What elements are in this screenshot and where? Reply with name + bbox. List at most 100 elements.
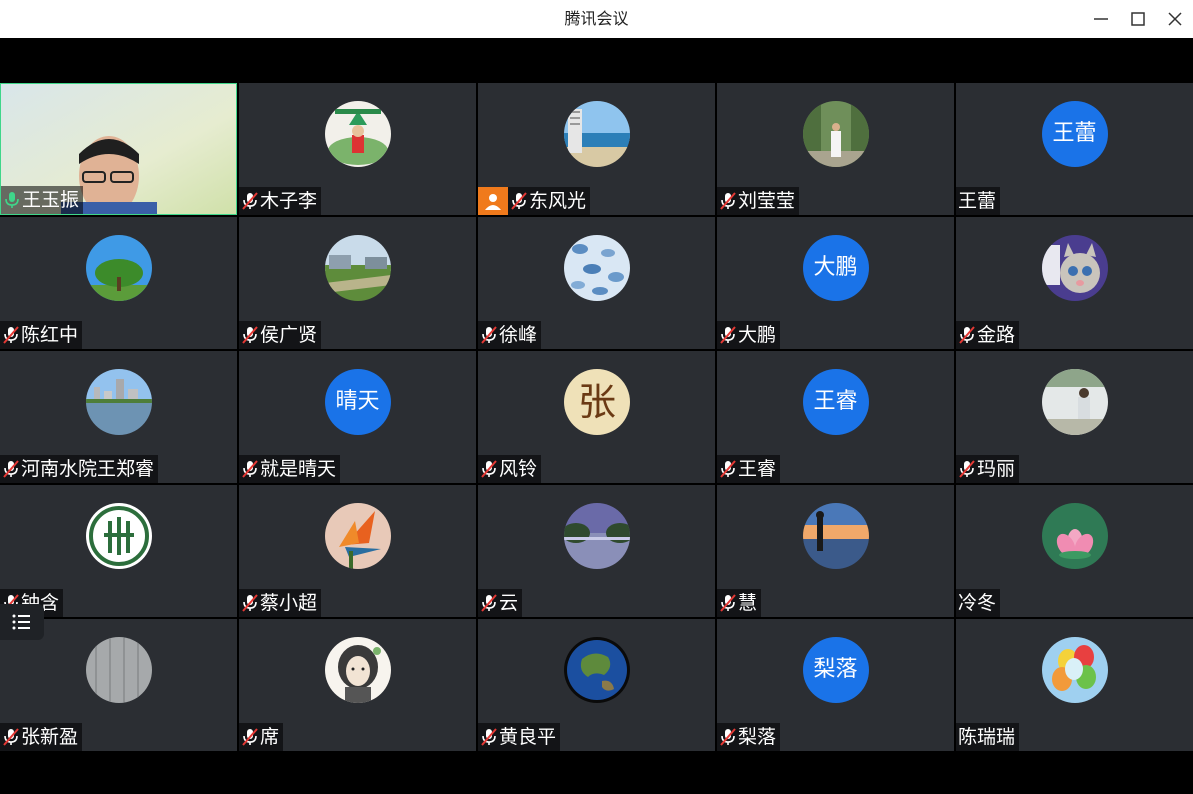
participant-name: 慧 <box>738 592 758 614</box>
participant-name: 陈瑞瑞 <box>958 726 1016 748</box>
avatar <box>324 503 391 569</box>
participant-tile[interactable]: 张风铃 <box>478 351 715 483</box>
mic-muted-icon <box>720 594 736 612</box>
participant-tile[interactable]: 陈瑞瑞 <box>956 619 1193 751</box>
participant-tile[interactable]: 席 <box>239 619 476 751</box>
name-label: 王蕾 <box>956 187 1001 215</box>
mic-muted-icon <box>959 460 975 478</box>
mic-muted-icon <box>481 728 497 746</box>
name-label: 陈瑞瑞 <box>956 723 1020 751</box>
name-label: 侯广贤 <box>239 321 322 349</box>
mic-muted-icon <box>242 594 258 612</box>
participant-tile[interactable]: 慧 <box>717 485 954 617</box>
name-label: 刘莹莹 <box>717 187 800 215</box>
participant-name: 大鹏 <box>738 324 777 346</box>
minimize-button[interactable] <box>1091 9 1111 29</box>
participant-name: 东风光 <box>529 190 587 212</box>
participant-name: 席 <box>260 726 280 748</box>
avatar <box>85 503 152 569</box>
participant-tile[interactable]: 东风光 <box>478 83 715 215</box>
name-label: 徐峰 <box>478 321 542 349</box>
participant-name: 陈红中 <box>21 324 79 346</box>
participant-tile[interactable]: 徐峰 <box>478 217 715 349</box>
svg-text:张: 张 <box>577 380 615 424</box>
top-toolbar-area <box>0 38 1193 83</box>
participant-tile[interactable]: 冷冬 <box>956 485 1193 617</box>
avatar <box>324 101 391 167</box>
name-label: 王玉振 <box>1 186 84 214</box>
participant-name: 王玉振 <box>22 189 80 211</box>
avatar <box>1041 637 1108 703</box>
name-label: 玛丽 <box>956 455 1020 483</box>
participant-tile[interactable]: 陈红中 <box>0 217 237 349</box>
avatar <box>1041 235 1108 301</box>
participant-name: 刘莹莹 <box>738 190 796 212</box>
participant-name: 王睿 <box>738 458 777 480</box>
participant-tile[interactable]: 金路 <box>956 217 1193 349</box>
participant-tile[interactable]: 木子李 <box>239 83 476 215</box>
mic-muted-icon <box>720 326 736 344</box>
mic-muted-icon <box>481 460 497 478</box>
participant-name: 就是晴天 <box>260 458 337 480</box>
maximize-icon <box>1131 12 1145 26</box>
avatar <box>802 101 869 167</box>
window-title: 腾讯会议 <box>564 9 629 28</box>
name-label: 张新盈 <box>0 723 83 751</box>
participant-tile[interactable]: 梨落 梨落 <box>717 619 954 751</box>
participant-tile[interactable]: 王玉振 <box>0 83 237 215</box>
avatar <box>1041 503 1108 569</box>
participant-tile[interactable]: 河南水院王郑睿 <box>0 351 237 483</box>
name-label: 河南水院王郑睿 <box>0 455 159 483</box>
participant-list-button[interactable] <box>0 604 44 640</box>
name-label: 就是晴天 <box>239 455 341 483</box>
avatar <box>85 235 152 301</box>
participant-tile[interactable]: 侯广贤 <box>239 217 476 349</box>
participant-name: 河南水院王郑睿 <box>21 458 155 480</box>
bottom-bar <box>0 752 1193 794</box>
participant-name: 张新盈 <box>21 726 79 748</box>
participant-name: 风铃 <box>499 458 538 480</box>
participant-tile[interactable]: 黄良平 <box>478 619 715 751</box>
participant-name: 侯广贤 <box>260 324 318 346</box>
participant-tile[interactable]: 蔡小超 <box>239 485 476 617</box>
name-label: 梨落 <box>717 723 781 751</box>
person-icon <box>478 187 508 215</box>
participant-name: 梨落 <box>738 726 777 748</box>
participant-name: 蔡小超 <box>260 592 318 614</box>
close-button[interactable] <box>1165 9 1185 29</box>
avatar: 张 <box>563 369 630 435</box>
mic-muted-icon <box>3 326 19 344</box>
participant-tile[interactable]: 玛丽 <box>956 351 1193 483</box>
participant-tile[interactable]: 大鹏 大鹏 <box>717 217 954 349</box>
avatar <box>563 101 630 167</box>
participant-name: 木子李 <box>260 190 318 212</box>
participant-name: 黄良平 <box>499 726 557 748</box>
participant-name: 金路 <box>977 324 1016 346</box>
name-label: 慧 <box>717 589 762 617</box>
mic-muted-icon <box>511 192 527 210</box>
name-label: 黄良平 <box>478 723 561 751</box>
avatar-text: 梨落 <box>802 637 869 703</box>
avatar <box>324 235 391 301</box>
participant-name: 徐峰 <box>499 324 538 346</box>
close-icon <box>1168 12 1182 26</box>
participant-tile[interactable]: 钟含 <box>0 485 237 617</box>
participant-name: 王蕾 <box>958 190 997 212</box>
participant-tile[interactable]: 晴天就是晴天 <box>239 351 476 483</box>
mic-muted-icon <box>720 192 736 210</box>
participant-tile[interactable]: 王睿 王睿 <box>717 351 954 483</box>
name-label: 东风光 <box>478 187 591 215</box>
maximize-button[interactable] <box>1128 9 1148 29</box>
participant-tile[interactable]: 刘莹莹 <box>717 83 954 215</box>
participant-grid: 王玉振 木子李 东风光 刘莹莹 王蕾 王蕾陈红中 侯广贤 徐峰 大鹏 大鹏金路河南水院王郑睿 晴天就… <box>0 83 1193 752</box>
avatar-text: 晴天 <box>324 369 391 435</box>
participant-tile[interactable]: 王蕾 王蕾 <box>956 83 1193 215</box>
mic-muted-icon <box>481 594 497 612</box>
name-label: 冷冬 <box>956 589 1001 617</box>
avatar <box>85 637 152 703</box>
avatar <box>802 503 869 569</box>
avatar <box>1041 369 1108 435</box>
title-bar: 腾讯会议 <box>0 0 1193 38</box>
participant-tile[interactable]: 云 <box>478 485 715 617</box>
mic-on-icon <box>5 192 19 208</box>
